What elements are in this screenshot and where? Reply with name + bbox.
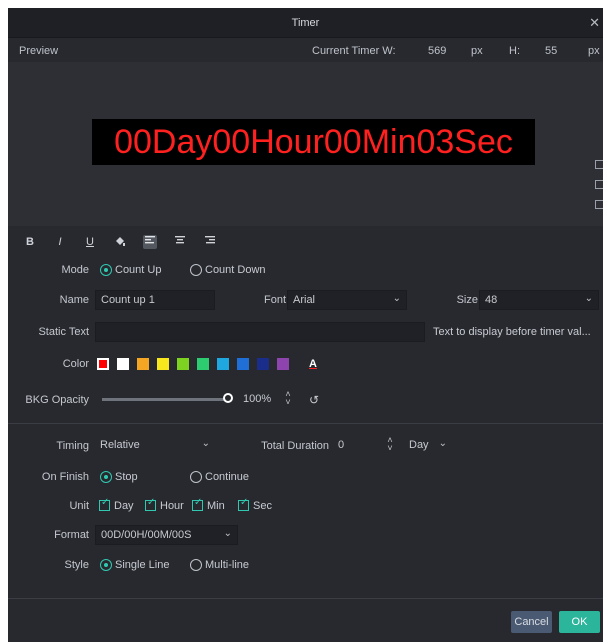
fit-icon[interactable] [595, 160, 603, 169]
static-text-label: Static Text [38, 326, 89, 338]
cancel-button[interactable]: Cancel [511, 611, 552, 633]
sec-checkbox[interactable] [238, 497, 249, 511]
style-row: Style Single Line Multi-line [8, 553, 603, 577]
color-row: Color A [8, 352, 603, 376]
opacity-stepper[interactable]: ˄ ˅ [283, 390, 293, 408]
ok-button[interactable]: OK [559, 611, 600, 633]
single-line-radio[interactable] [100, 559, 112, 571]
color-swatch[interactable] [277, 358, 289, 370]
size-select[interactable]: 48 [479, 290, 599, 310]
static-text-hint: Text to display before timer val... [433, 326, 591, 338]
static-text-row: Static Text Text to display before timer… [8, 320, 603, 344]
timer-preview-text: 00Day00Hour00Min03Sec [92, 119, 535, 165]
format-select[interactable]: 00D/00H/00M/00S [95, 525, 238, 545]
width-unit: px [471, 45, 483, 57]
stop-radio[interactable] [100, 471, 112, 483]
name-input[interactable]: Count up 1 [95, 290, 215, 310]
reset-icon[interactable]: ↺ [309, 388, 319, 412]
timing-label: Timing [56, 440, 89, 452]
height-unit: px [588, 45, 600, 57]
bold-button[interactable]: B [23, 235, 37, 249]
color-swatch[interactable] [197, 358, 209, 370]
text-color-icon[interactable]: A [309, 352, 317, 376]
hour-label: Hour [160, 500, 184, 512]
current-width-label: Current Timer W: [312, 45, 396, 57]
multi-line-radio[interactable] [190, 559, 202, 571]
count-down-label: Count Down [205, 264, 266, 276]
sec-label: Sec [253, 500, 272, 512]
opacity-slider-handle[interactable] [223, 393, 233, 403]
close-icon[interactable]: ✕ [589, 15, 600, 31]
total-duration-label: Total Duration [261, 440, 329, 452]
format-label: Format [54, 529, 89, 541]
align-right-icon[interactable] [203, 235, 217, 249]
underline-button[interactable]: U [83, 235, 97, 249]
unit-row: Unit Day Hour Min Sec [8, 494, 603, 518]
dialog-title: Timer [291, 17, 320, 29]
timer-dialog: Timer ✕ Preview Current Timer W: 569 px … [8, 8, 603, 642]
bkg-opacity-label: BKG Opacity [25, 394, 89, 406]
count-down-radio[interactable] [190, 264, 202, 276]
font-label: Font [263, 294, 286, 306]
color-swatch[interactable] [257, 358, 269, 370]
mode-row: Mode Count Up Count Down [8, 258, 603, 282]
paint-bucket-icon[interactable] [113, 235, 127, 249]
day-label: Day [114, 500, 134, 512]
continue-label: Continue [205, 471, 250, 483]
name-font-size-row: Name Count up 1 Font Arial Size 48 [8, 288, 603, 312]
stop-label: Stop [115, 471, 138, 483]
font-select[interactable]: Arial [287, 290, 407, 310]
color-swatch[interactable] [117, 358, 129, 370]
min-label: Min [207, 500, 225, 512]
unit-label: Unit [69, 500, 89, 512]
section-divider [8, 423, 603, 424]
count-up-radio[interactable] [100, 264, 112, 276]
multi-line-label: Multi-line [205, 559, 250, 571]
on-finish-row: On Finish Stop Continue [8, 465, 603, 489]
on-finish-label: On Finish [41, 471, 89, 483]
hour-checkbox[interactable] [145, 497, 156, 511]
style-label: Style [64, 559, 89, 571]
continue-radio[interactable] [190, 471, 202, 483]
current-height-value: 55 [545, 45, 558, 57]
color-swatch[interactable] [237, 358, 249, 370]
color-swatch[interactable] [217, 358, 229, 370]
static-text-input[interactable] [95, 322, 425, 342]
zoom-in-icon[interactable] [595, 180, 603, 189]
timing-row: Timing Relative Total Duration 0 ˄˅ Day [8, 434, 603, 458]
name-label: Name [59, 294, 89, 306]
preview-header: Preview Current Timer W: 569 px H: 55 px [8, 40, 603, 62]
day-checkbox[interactable] [99, 497, 110, 511]
align-left-icon[interactable] [143, 235, 157, 249]
timing-select[interactable]: Relative [95, 436, 215, 456]
height-label: H: [509, 45, 520, 57]
color-swatch[interactable] [177, 358, 189, 370]
size-label: Size [456, 294, 478, 306]
color-swatch[interactable] [97, 358, 109, 370]
duration-stepper[interactable]: ˄ ˅ [385, 436, 395, 454]
align-center-icon[interactable] [173, 235, 187, 249]
min-checkbox[interactable] [192, 497, 203, 511]
single-line-label: Single Line [115, 559, 170, 571]
format-row: Format 00D/00H/00M/00S [8, 523, 603, 547]
preview-label: Preview [19, 45, 59, 57]
opacity-slider-track[interactable] [102, 398, 228, 401]
preview-area: 00Day00Hour00Min03Sec [8, 62, 603, 226]
italic-button[interactable]: I [53, 235, 67, 249]
title-bar: Timer ✕ [8, 8, 603, 38]
bkg-opacity-row: BKG Opacity 100% ˄ ˅ ↺ [8, 388, 603, 412]
footer-divider [8, 598, 603, 599]
current-width-value: 569 [428, 45, 447, 57]
count-up-label: Count Up [115, 264, 162, 276]
zoom-out-icon[interactable] [595, 200, 603, 209]
color-swatch[interactable] [157, 358, 169, 370]
mode-label: Mode [61, 264, 89, 276]
color-label: Color [62, 358, 89, 370]
color-swatch[interactable] [137, 358, 149, 370]
duration-unit-select[interactable]: Day [404, 436, 452, 456]
